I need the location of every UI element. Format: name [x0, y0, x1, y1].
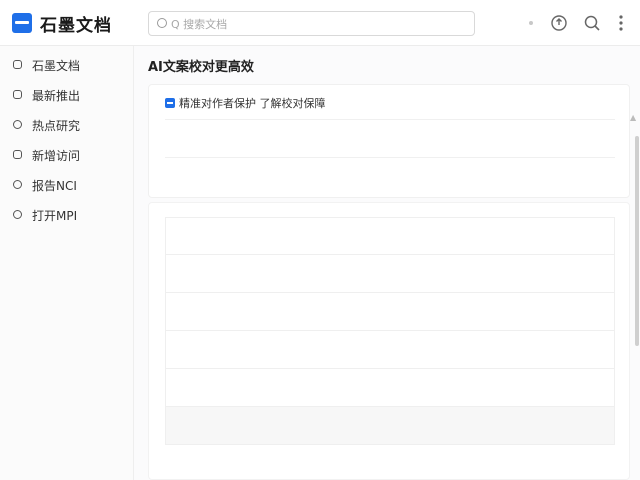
doc-icon [13, 60, 22, 69]
main-content: AI文案校对更高效 精准对作者保护 了解校对保障 [134, 46, 640, 480]
table-row [165, 217, 615, 255]
sidebar-item-label: 报告NCI [32, 179, 77, 193]
sidebar-item-0[interactable]: 石墨文档 [0, 52, 134, 78]
doc-icon [13, 90, 22, 99]
sidebar-item-label: 石墨文档 [32, 59, 81, 73]
divider [165, 119, 615, 120]
sidebar-item-3[interactable]: 新增访问 [0, 142, 134, 168]
status-dot-icon[interactable] [522, 14, 540, 32]
table-row [165, 255, 615, 293]
divider [165, 157, 615, 158]
options-card: 精准对作者保护 了解校对保障 [148, 84, 630, 198]
more-icon[interactable] [612, 14, 630, 32]
search-input[interactable] [171, 15, 461, 33]
table-row [165, 407, 615, 445]
table-row [165, 293, 615, 331]
sidebar-item-label: 最新推出 [32, 89, 81, 103]
table-row [165, 331, 615, 369]
sidebar-item-5[interactable]: 打开MPI [0, 202, 134, 228]
sidebar-item-2[interactable]: 热点研究 [0, 112, 134, 138]
scroll-up-icon[interactable]: ▲ [630, 114, 638, 122]
sidebar-item-label: 新增访问 [32, 149, 81, 163]
sidebar-item-4[interactable]: 报告NCI [0, 172, 134, 198]
search-icon [157, 18, 167, 28]
top-bar: 石墨文档 [0, 0, 640, 46]
sidebar: 石墨文档 最新推出 热点研究 新增访问 报告NCI 打开MPI [0, 46, 134, 480]
sidebar-item-1[interactable]: 最新推出 [0, 82, 134, 108]
page-title: AI文案校对更高效 [148, 60, 254, 75]
sidebar-item-label: 热点研究 [32, 119, 81, 133]
share-icon[interactable] [550, 14, 568, 32]
sidebar-item-label: 打开MPI [32, 209, 78, 223]
content-card [148, 202, 630, 480]
app-logo-icon[interactable] [12, 13, 32, 33]
scrollbar-thumb[interactable] [635, 136, 639, 346]
global-search-icon[interactable] [583, 14, 601, 32]
circle-icon [13, 120, 22, 129]
checkbox-label[interactable]: 精准对作者保护 了解校对保障 [179, 95, 326, 111]
search-box[interactable] [148, 11, 475, 36]
app-title[interactable]: 石墨文档 [40, 11, 112, 36]
table-row [165, 369, 615, 407]
checkbox-checked-icon[interactable] [165, 98, 175, 108]
circle-icon [13, 210, 22, 219]
circle-icon [13, 180, 22, 189]
scrollbar[interactable] [634, 110, 640, 480]
doc-icon [13, 150, 22, 159]
